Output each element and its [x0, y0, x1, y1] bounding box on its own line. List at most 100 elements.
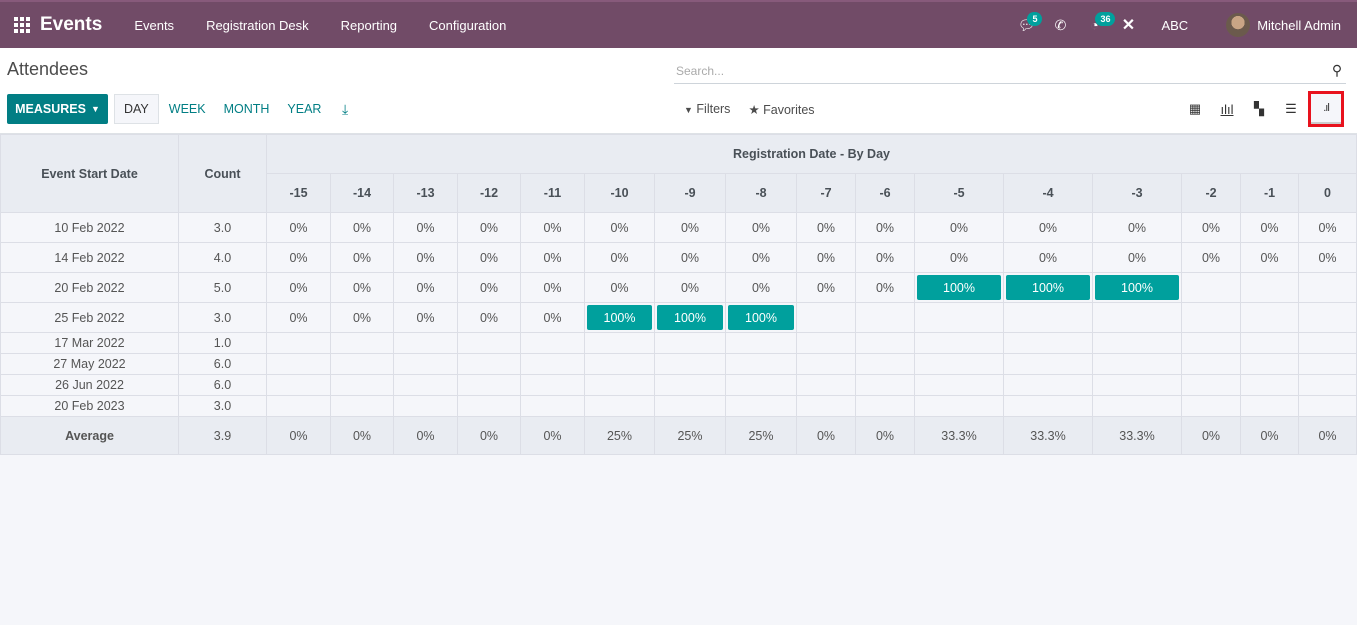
row-group-header[interactable]: Event Start Date	[0, 134, 179, 213]
cohort-cell[interactable]: 100%	[914, 272, 1004, 303]
cohort-cell[interactable]: 0%	[725, 272, 797, 303]
cohort-cell[interactable]: 0%	[796, 242, 856, 273]
table-row[interactable]: 20 Feb 2023 3.0	[0, 395, 1357, 417]
table-row[interactable]: 25 Feb 2022 3.0 0% 0% 0% 0% 0% 100% 100% 100%	[0, 302, 1357, 333]
table-row[interactable]: 17 Mar 2022 1.0	[0, 332, 1357, 354]
table-row[interactable]: 27 May 2022 6.0	[0, 353, 1357, 375]
cohort-cell[interactable]: 0%	[855, 272, 915, 303]
menu-reporting[interactable]: Reporting	[325, 18, 413, 33]
cohort-cell[interactable]: 0%	[654, 212, 726, 243]
app-name[interactable]: Events	[40, 14, 102, 36]
cohort-cell[interactable]: 0%	[330, 272, 394, 303]
view-kanban-button[interactable]: ▚	[1243, 94, 1275, 124]
filters-button[interactable]: ▼ Filters	[684, 102, 730, 116]
cohort-cell-value[interactable]: 100%	[728, 305, 794, 330]
cohort-cell-value[interactable]: 100%	[657, 305, 723, 330]
cohort-cell[interactable]: 0%	[1181, 242, 1241, 273]
company-switcher[interactable]: ABC	[1161, 18, 1188, 33]
menu-configuration[interactable]: Configuration	[413, 18, 522, 33]
search-input[interactable]	[674, 63, 1328, 78]
cohort-cell[interactable]: 0%	[266, 212, 331, 243]
cohort-cell[interactable]: 0%	[457, 212, 521, 243]
interval-day[interactable]: DAY	[114, 94, 159, 124]
cohort-cell[interactable]: 0%	[725, 212, 797, 243]
cohort-cell[interactable]: 100%	[584, 302, 655, 333]
cohort-cell[interactable]: 0%	[520, 272, 585, 303]
cohort-cell[interactable]: 0%	[520, 242, 585, 273]
table-row[interactable]: 26 Jun 2022 6.0	[0, 374, 1357, 396]
user-menu[interactable]: Mitchell Admin	[1226, 13, 1341, 37]
cohort-cell[interactable]: 0%	[1092, 242, 1182, 273]
view-cohort-button[interactable]: .ıl	[1308, 91, 1344, 127]
cohort-cell[interactable]: 0%	[520, 302, 585, 333]
cohort-cell[interactable]: 0%	[1240, 212, 1299, 243]
cohort-cell[interactable]: 0%	[654, 272, 726, 303]
cohort-cell[interactable]: 0%	[457, 242, 521, 273]
cohort-cell[interactable]: 0%	[393, 272, 458, 303]
cohort-cell[interactable]: 0%	[1181, 212, 1241, 243]
cohort-cell[interactable]: 0%	[393, 242, 458, 273]
cohort-cell[interactable]: 100%	[725, 302, 797, 333]
column-header: 0	[1298, 173, 1357, 213]
cohort-cell[interactable]: 100%	[1092, 272, 1182, 303]
cohort-cell[interactable]: 0%	[266, 302, 331, 333]
cohort-cell-value[interactable]: 100%	[587, 305, 652, 330]
cohort-cell	[725, 395, 797, 417]
cohort-cell[interactable]: 0%	[914, 212, 1004, 243]
cohort-cell[interactable]: 0%	[1003, 242, 1093, 273]
table-row[interactable]: 10 Feb 2022 3.0 0% 0% 0% 0% 0% 0% 0% 0% 0% 0% 0% 0% 0%…	[0, 212, 1357, 243]
cohort-cell[interactable]: 0%	[584, 272, 655, 303]
interval-week[interactable]: WEEK	[160, 94, 215, 124]
view-list-button[interactable]: ☰	[1275, 94, 1307, 124]
cohort-cell-value[interactable]: 100%	[1006, 275, 1090, 300]
cohort-cell[interactable]: 0%	[330, 242, 394, 273]
cohort-cell[interactable]: 100%	[1003, 272, 1093, 303]
cohort-cell[interactable]: 0%	[796, 212, 856, 243]
cohort-cell[interactable]: 0%	[1298, 242, 1357, 273]
cohort-cell[interactable]: 0%	[330, 212, 394, 243]
cohort-cell[interactable]: 100%	[654, 302, 726, 333]
cohort-cell[interactable]: 0%	[914, 242, 1004, 273]
column-header: -1	[1240, 173, 1299, 213]
cohort-cell[interactable]: 0%	[266, 242, 331, 273]
table-row[interactable]: 20 Feb 2022 5.0 0% 0% 0% 0% 0% 0% 0% 0% 0% 0% 100% 10…	[0, 272, 1357, 303]
apps-menu-button[interactable]	[6, 17, 38, 33]
phone-button[interactable]: ✆	[1045, 2, 1075, 48]
cohort-cell[interactable]: 0%	[855, 212, 915, 243]
view-pivot-button[interactable]: ▦	[1179, 94, 1211, 124]
cohort-cell[interactable]: 0%	[1298, 212, 1357, 243]
measures-button[interactable]: MEASURES ▼	[7, 94, 108, 124]
average-cell: 0%	[330, 416, 394, 455]
cohort-cell[interactable]: 0%	[654, 242, 726, 273]
cohort-cell[interactable]: 0%	[584, 212, 655, 243]
cohort-cell[interactable]: 0%	[796, 272, 856, 303]
download-icon[interactable]: ⤓	[342, 101, 348, 118]
messaging-button[interactable]: 💬︎ 5	[1011, 2, 1043, 48]
view-graph-button[interactable]: ılıl	[1211, 94, 1243, 124]
cohort-cell[interactable]: 0%	[725, 242, 797, 273]
cohort-cell[interactable]: 0%	[266, 272, 331, 303]
cohort-cell[interactable]: 0%	[457, 302, 521, 333]
menu-events[interactable]: Events	[118, 18, 190, 33]
interval-month[interactable]: MONTH	[215, 94, 279, 124]
cohort-cell[interactable]: 0%	[330, 302, 394, 333]
activities-button[interactable]: ◔ 36	[1079, 2, 1116, 48]
cohort-cell-value[interactable]: 100%	[917, 275, 1001, 300]
cohort-cell[interactable]: 0%	[855, 242, 915, 273]
row-date: 20 Feb 2022	[0, 272, 179, 303]
cohort-cell[interactable]: 0%	[1003, 212, 1093, 243]
cohort-cell[interactable]: 0%	[1092, 212, 1182, 243]
table-row[interactable]: 14 Feb 2022 4.0 0% 0% 0% 0% 0% 0% 0% 0% 0% 0% 0% 0% 0%…	[0, 242, 1357, 273]
cohort-cell-value[interactable]: 100%	[1095, 275, 1179, 300]
cohort-cell[interactable]: 0%	[393, 302, 458, 333]
menu-registration-desk[interactable]: Registration Desk	[190, 18, 325, 33]
cohort-cell[interactable]: 0%	[584, 242, 655, 273]
search-icon[interactable]: ⚲	[1328, 62, 1346, 79]
cohort-cell[interactable]: 0%	[393, 212, 458, 243]
debug-tools-button[interactable]: ✕	[1113, 2, 1143, 48]
cohort-cell[interactable]: 0%	[520, 212, 585, 243]
favorites-button[interactable]: ★ Favorites	[748, 102, 814, 117]
cohort-cell[interactable]: 0%	[1240, 242, 1299, 273]
interval-year[interactable]: YEAR	[278, 94, 330, 124]
cohort-cell[interactable]: 0%	[457, 272, 521, 303]
